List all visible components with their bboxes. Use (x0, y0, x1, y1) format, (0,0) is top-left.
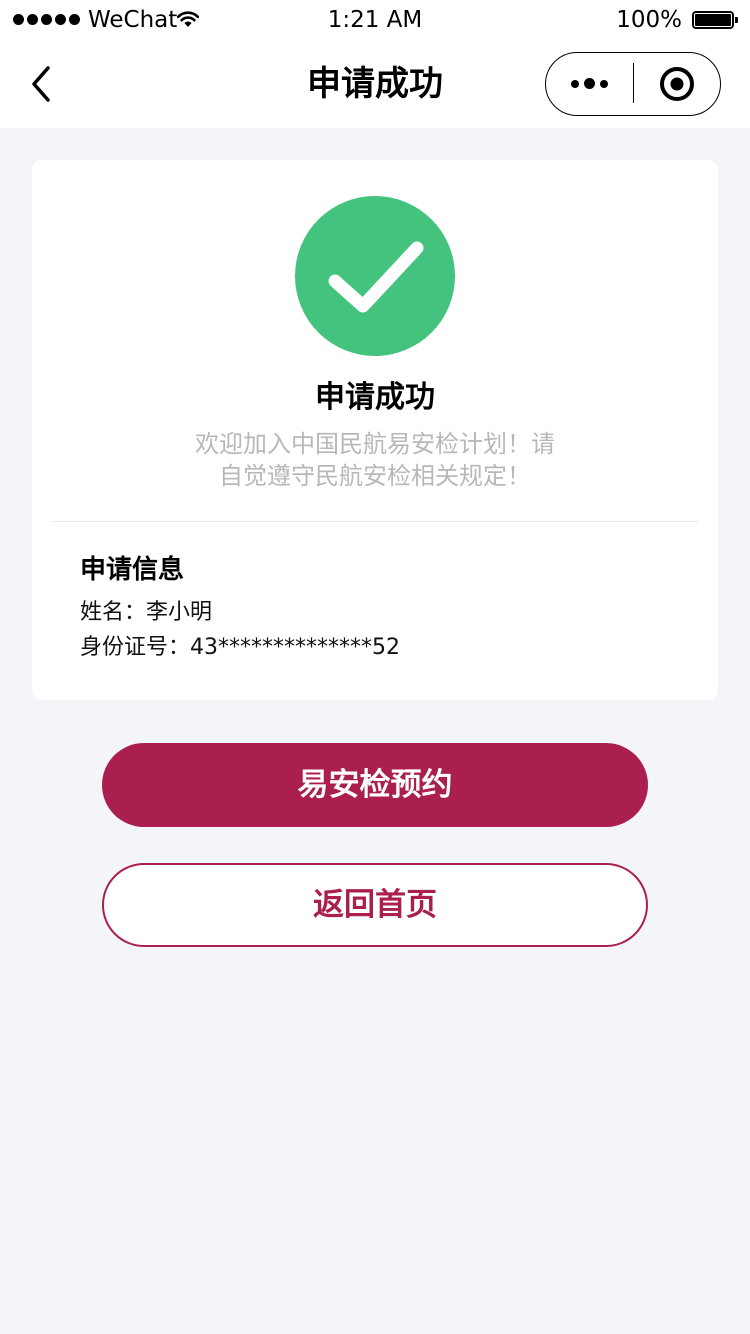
more-dots-icon (571, 79, 579, 88)
result-description-line-2: 自觉遵守民航安检相关规定！ (219, 462, 531, 490)
battery-percent: 100% (616, 7, 682, 33)
name-value: 李小明 (146, 600, 213, 625)
card-divider (52, 521, 698, 522)
info-id-row: 身份证号：43**************52 (80, 631, 400, 665)
result-description-line-1: 欢迎加入中国民航易安检计划！请 (195, 430, 555, 458)
appointment-button[interactable]: 易安检预约 (102, 743, 648, 827)
id-label: 身份证号： (80, 635, 191, 660)
nav-bar: 申请成功 (0, 40, 750, 128)
more-dot-center (584, 78, 595, 89)
check-circle-icon (295, 196, 455, 356)
more-dot-right (600, 79, 608, 88)
id-value: 43**************52 (190, 635, 401, 660)
info-section-title: 申请信息 (80, 555, 185, 585)
info-name-row: 姓名：李小明 (80, 596, 212, 630)
status-bar: WeChat 1:21 AM 100% (0, 0, 750, 40)
close-button[interactable] (634, 53, 720, 114)
battery-icon (692, 11, 738, 29)
result-description: 欢迎加入中国民航易安检计划！请 自觉遵守民航安检相关规定！ (180, 428, 570, 492)
mini-program-capsule (545, 52, 721, 116)
result-card: 申请成功 欢迎加入中国民航易安检计划！请 自觉遵守民航安检相关规定！ 申请信息 … (32, 160, 718, 700)
return-home-button[interactable]: 返回首页 (102, 863, 648, 947)
name-label: 姓名： (80, 600, 147, 625)
more-button[interactable] (546, 53, 633, 114)
result-title: 申请成功 (315, 380, 435, 415)
target-circle-icon (660, 67, 694, 101)
